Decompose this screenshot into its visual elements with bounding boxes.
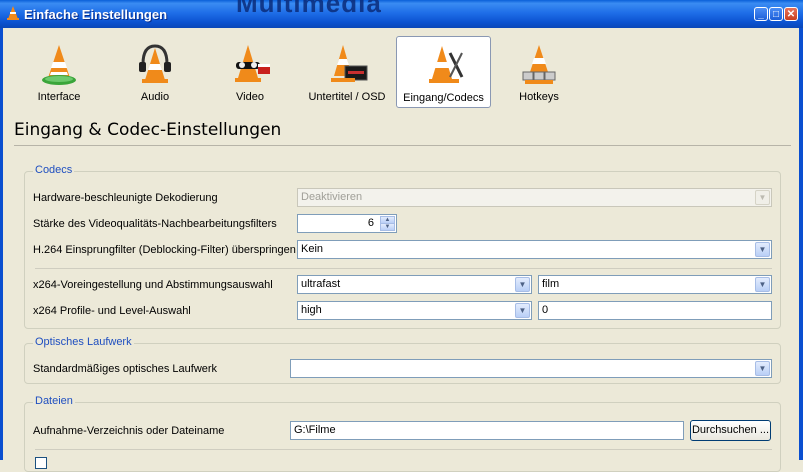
x264-tune-value: film [542, 278, 560, 290]
category-label: Eingang/Codecs [403, 92, 484, 104]
background-app-text: Multimedia [236, 0, 382, 18]
chevron-down-icon[interactable]: ▼ [515, 277, 530, 292]
maximize-button[interactable]: □ [769, 7, 783, 21]
group-files: Dateien Aufnahme-Verzeichnis oder Datein… [24, 395, 781, 472]
vlc-interface-icon [42, 45, 76, 85]
category-input-codecs[interactable]: Eingang/Codecs [396, 36, 491, 108]
category-interface[interactable]: Interface [18, 36, 100, 108]
pp-quality-label: Stärke des Videoqualitäts-Nachbearbeitun… [33, 218, 277, 230]
default-drive-combo[interactable]: ▼ [290, 359, 772, 378]
record-dir-label: Aufnahme-Verzeichnis oder Dateiname [33, 425, 225, 437]
close-button[interactable]: ✕ [784, 7, 798, 21]
hw-decoding-combo: Deaktivieren ▼ [297, 188, 772, 207]
h264-loopfilter-value: Kein [301, 243, 324, 255]
h264-loopfilter-combo[interactable]: Kein ▼ [297, 240, 772, 259]
vlc-video-icon [235, 45, 270, 82]
window-frame-right [799, 28, 803, 460]
record-dir-input[interactable]: G:\Filme [290, 421, 684, 440]
dialog-content: Interface Audio Video Untertitel / OSD E… [3, 28, 799, 472]
hw-decoding-value: Deaktivieren [301, 191, 363, 203]
chevron-down-icon[interactable]: ▼ [515, 303, 530, 318]
group-title-codecs: Codecs [33, 164, 75, 176]
chevron-down-icon[interactable]: ▼ [755, 361, 770, 376]
pp-quality-value: 6 [367, 217, 374, 229]
x264-preset-value: ultrafast [301, 278, 341, 290]
title-divider [14, 145, 791, 146]
record-dir-value: G:\Filme [294, 424, 336, 436]
browse-button[interactable]: Durchsuchen ... [690, 420, 771, 441]
category-hotkeys[interactable]: Hotkeys [498, 36, 580, 108]
pp-quality-spinbox[interactable]: 6 ▲ ▼ [297, 214, 397, 233]
files-separator [35, 449, 772, 450]
x264-preset-combo[interactable]: ultrafast ▼ [297, 275, 532, 294]
vlc-hotkeys-icon [522, 45, 556, 84]
category-video[interactable]: Video [209, 36, 291, 108]
page-title: Eingang & Codec-Einstellungen [14, 120, 282, 140]
h264-loopfilter-label: H.264 Einsprungfilter (Deblocking-Filter… [33, 244, 296, 256]
window-title: Einfache Einstellungen [24, 7, 168, 22]
x264-profile-combo[interactable]: high ▼ [297, 301, 532, 320]
group-codecs: Codecs Hardware-beschleunigte Dekodierun… [24, 164, 781, 329]
hw-decoding-label: Hardware-beschleunigte Dekodierung [33, 192, 218, 204]
default-drive-label: Standardmäßiges optisches Laufwerk [33, 363, 218, 375]
x264-level-input[interactable]: 0 [538, 301, 772, 320]
x264-profile-label: x264 Profile- und Level-Auswahl [33, 305, 191, 317]
x264-preset-label: x264-Voreingestellung und Abstimmungsaus… [33, 279, 273, 291]
vlc-input-codecs-icon [428, 46, 463, 83]
minimize-button[interactable]: _ [754, 7, 768, 21]
category-label: Hotkeys [519, 91, 559, 103]
group-title-files: Dateien [33, 395, 75, 407]
category-audio[interactable]: Audio [114, 36, 196, 108]
codecs-separator [35, 268, 772, 269]
category-subtitles-osd[interactable]: Untertitel / OSD [303, 36, 391, 108]
group-title-optical-drive: Optisches Laufwerk [33, 336, 134, 348]
files-checkbox[interactable] [35, 457, 47, 469]
vlc-audio-icon [139, 44, 171, 83]
window-titlebar[interactable]: Multimedia Einfache Einstellungen _ □ ✕ [0, 0, 803, 28]
category-label: Video [236, 91, 264, 103]
vlc-subtitles-icon [331, 45, 368, 82]
category-label: Untertitel / OSD [308, 91, 386, 103]
spin-down-icon[interactable]: ▼ [380, 223, 395, 231]
vlc-cone-icon [7, 6, 19, 20]
x264-level-value: 0 [542, 304, 549, 316]
chevron-down-icon: ▼ [755, 190, 770, 205]
chevron-down-icon[interactable]: ▼ [755, 277, 770, 292]
group-optical-drive: Optisches Laufwerk Standardmäßiges optis… [24, 336, 781, 384]
category-label: Interface [37, 91, 81, 103]
x264-tune-combo[interactable]: film ▼ [538, 275, 772, 294]
category-label: Audio [140, 91, 170, 103]
chevron-down-icon[interactable]: ▼ [755, 242, 770, 257]
x264-profile-value: high [301, 304, 322, 316]
